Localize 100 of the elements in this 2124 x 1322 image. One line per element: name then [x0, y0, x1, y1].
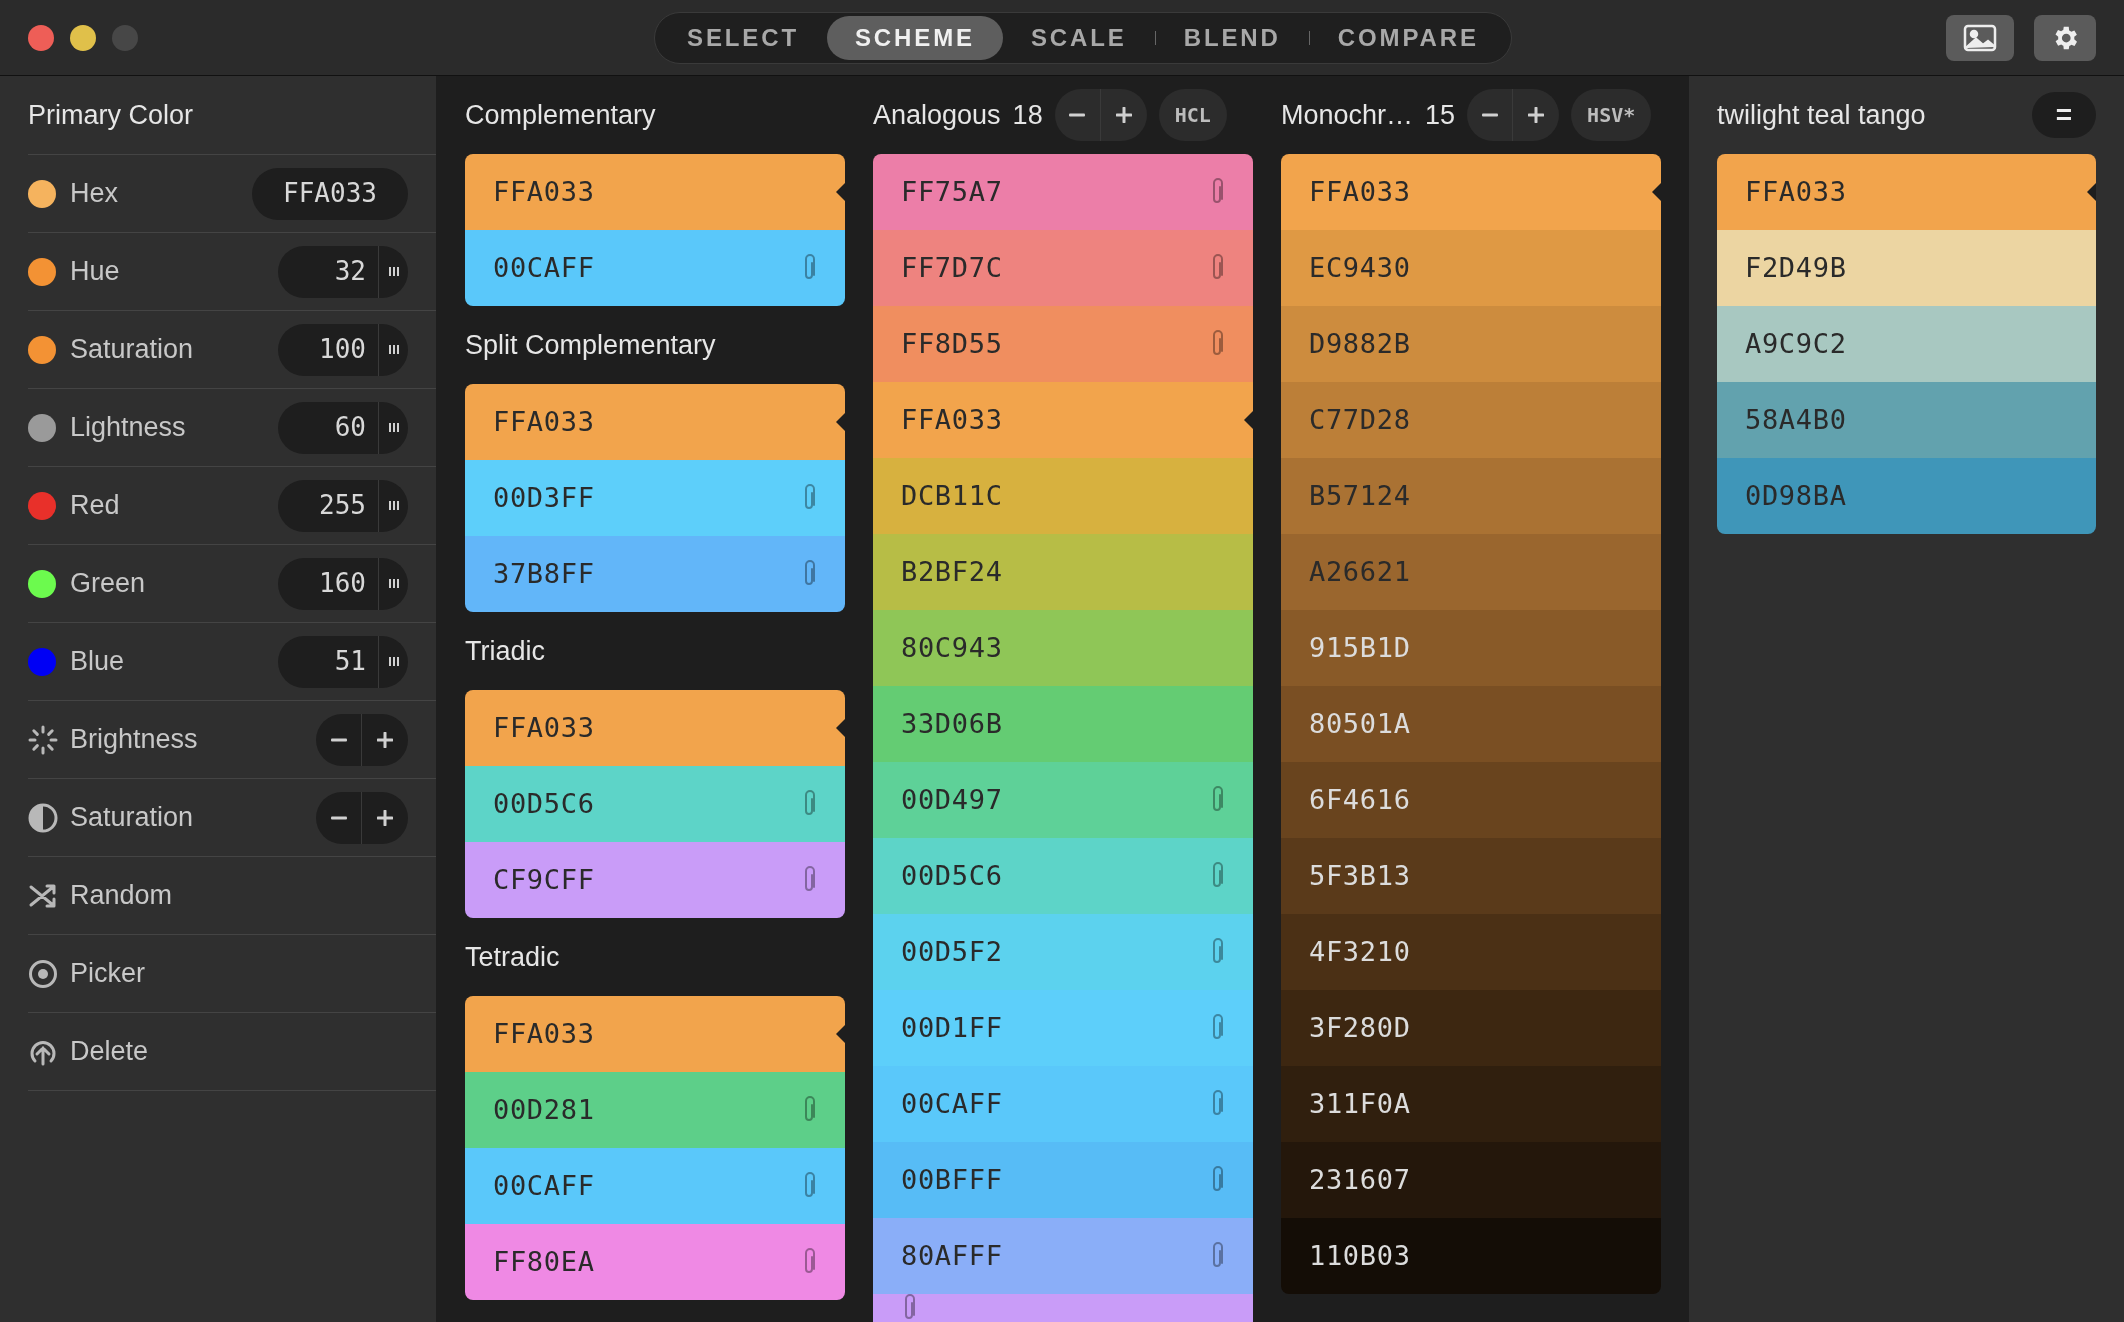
- tab[interactable]: SCALE: [1002, 16, 1155, 60]
- number-field[interactable]: 60: [278, 401, 408, 454]
- row-label: Saturation: [70, 333, 195, 367]
- hex-code: 00CAFF: [493, 1168, 595, 1203]
- color-swatch[interactable]: FFA033: [465, 384, 845, 460]
- hex-code: 3F280D: [1309, 1010, 1411, 1045]
- number-field[interactable]: 100: [278, 323, 408, 376]
- color-swatch[interactable]: 80AFFF: [873, 1218, 1253, 1294]
- color-swatch[interactable]: FFA033: [1281, 154, 1661, 230]
- color-swatch[interactable]: 00CAFF: [873, 1066, 1253, 1142]
- column-title: Complementary: [465, 98, 656, 132]
- count-label: 15: [1425, 98, 1456, 132]
- hex-code: 311F0A: [1309, 1086, 1411, 1121]
- color-swatch[interactable]: 6F4616: [1281, 762, 1661, 838]
- color-swatch[interactable]: 311F0A: [1281, 1066, 1661, 1142]
- color-swatch[interactable]: 00D281: [465, 1072, 845, 1148]
- hex-code: 80C943: [901, 630, 1003, 665]
- mode-button[interactable]: HCL: [1158, 89, 1227, 141]
- tab[interactable]: SELECT: [659, 16, 827, 60]
- hex-code: FFA033: [493, 404, 595, 439]
- target-icon: [28, 958, 58, 989]
- color-swatch[interactable]: FFA033: [465, 154, 845, 230]
- color-swatch[interactable]: FF7D7C: [873, 230, 1253, 306]
- color-swatch[interactable]: FFA033: [465, 690, 845, 766]
- row-label: Green: [70, 567, 147, 601]
- color-swatch[interactable]: FFA033: [465, 996, 845, 1072]
- hex-code: 00CAFF: [901, 1086, 1003, 1121]
- color-swatch[interactable]: 0D98BA: [1717, 458, 2096, 534]
- hex-code: 00D1FF: [901, 1010, 1003, 1045]
- minus-icon: [330, 815, 347, 820]
- color-swatch[interactable]: 80C943: [873, 610, 1253, 686]
- color-swatch[interactable]: FFA033: [1717, 154, 2096, 230]
- color-swatch[interactable]: 37B8FF: [465, 536, 845, 612]
- color-swatch[interactable]: 3F280D: [1281, 990, 1661, 1066]
- minus-icon: [1069, 113, 1086, 117]
- color-swatch[interactable]: 231607: [1281, 1142, 1661, 1218]
- mode-button[interactable]: HSV*: [1571, 89, 1652, 141]
- hex-code: 231607: [1309, 1162, 1411, 1197]
- hex-code: F2D49B: [1745, 250, 1847, 285]
- hex-code: 80AFFF: [901, 1238, 1003, 1273]
- color-swatch[interactable]: DCB11C: [873, 458, 1253, 534]
- color-swatch[interactable]: D9882B: [1281, 306, 1661, 382]
- color-swatch[interactable]: 58A4B0: [1717, 382, 2096, 458]
- hex-code: FFA033: [493, 174, 595, 209]
- number-field[interactable]: 51: [278, 635, 408, 688]
- row-label: Random: [70, 879, 174, 913]
- hex-code: FFA033: [1745, 174, 1847, 209]
- hex-code: 00D3FF: [493, 480, 595, 515]
- color-swatch[interactable]: 00D1FF: [873, 990, 1253, 1066]
- color-swatch[interactable]: C77D28: [1281, 382, 1661, 458]
- color-swatch[interactable]: 00CAFF: [465, 230, 845, 306]
- hex-field[interactable]: FFA033: [252, 167, 408, 220]
- field-value: 100: [318, 333, 367, 366]
- color-swatch[interactable]: A9C9C2: [1717, 306, 2096, 382]
- color-swatch[interactable]: 110B03: [1281, 1218, 1661, 1294]
- color-swatch[interactable]: 00D5F2: [873, 914, 1253, 990]
- color-swatch[interactable]: B2BF24: [873, 534, 1253, 610]
- minus-icon: [330, 737, 347, 742]
- color-swatch[interactable]: 00D497: [873, 762, 1253, 838]
- color-swatch[interactable]: 00D5C6: [873, 838, 1253, 914]
- color-swatch[interactable]: FF8D55: [873, 306, 1253, 382]
- color-swatch[interactable]: 5F3B13: [1281, 838, 1661, 914]
- color-swatch[interactable]: 00D5C6: [465, 766, 845, 842]
- current-marker: [836, 413, 845, 431]
- hex-code: 4F3210: [1309, 934, 1411, 969]
- color-swatch[interactable]: EC9430: [1281, 230, 1661, 306]
- current-marker: [836, 719, 845, 737]
- tab[interactable]: BLEND: [1155, 16, 1309, 60]
- column-title: Analogous: [873, 98, 1001, 132]
- minimize-window-icon[interactable]: [70, 24, 96, 51]
- hex-code: FFA033: [1309, 174, 1411, 209]
- color-swatch[interactable]: FF75A7: [873, 154, 1253, 230]
- color-swatch[interactable]: B57124: [1281, 458, 1661, 534]
- close-window-icon[interactable]: [28, 24, 54, 51]
- settings-button[interactable]: [2034, 14, 2096, 61]
- color-swatch[interactable]: 80501A: [1281, 686, 1661, 762]
- color-swatch[interactable]: [873, 1294, 1253, 1322]
- color-swatch[interactable]: 00CAFF: [465, 1148, 845, 1224]
- zoom-window-icon[interactable]: [112, 24, 138, 51]
- current-marker: [2087, 183, 2096, 201]
- row-label: Delete: [70, 1035, 150, 1069]
- color-swatch[interactable]: 00D3FF: [465, 460, 845, 536]
- number-field[interactable]: 160: [278, 557, 408, 610]
- color-swatch[interactable]: 33D06B: [873, 686, 1253, 762]
- color-swatch[interactable]: 915B1D: [1281, 610, 1661, 686]
- image-icon: [1963, 23, 1997, 52]
- color-swatch[interactable]: FF80EA: [465, 1224, 845, 1300]
- color-swatch[interactable]: 00BFFF: [873, 1142, 1253, 1218]
- color-swatch[interactable]: 4F3210: [1281, 914, 1661, 990]
- menu-button[interactable]: =: [2032, 92, 2096, 138]
- hex-code: FF8D55: [901, 326, 1003, 361]
- hex-code: 00D281: [493, 1092, 595, 1127]
- color-swatch[interactable]: F2D49B: [1717, 230, 2096, 306]
- number-field[interactable]: 255: [278, 479, 408, 532]
- tab[interactable]: COMPARE: [1309, 16, 1507, 60]
- tab[interactable]: SCHEME: [826, 16, 1003, 60]
- color-swatch[interactable]: FFA033: [873, 382, 1253, 458]
- image-button[interactable]: [1946, 14, 2014, 61]
- number-field[interactable]: 32: [278, 245, 408, 298]
- color-swatch[interactable]: CF9CFF: [465, 842, 845, 918]
